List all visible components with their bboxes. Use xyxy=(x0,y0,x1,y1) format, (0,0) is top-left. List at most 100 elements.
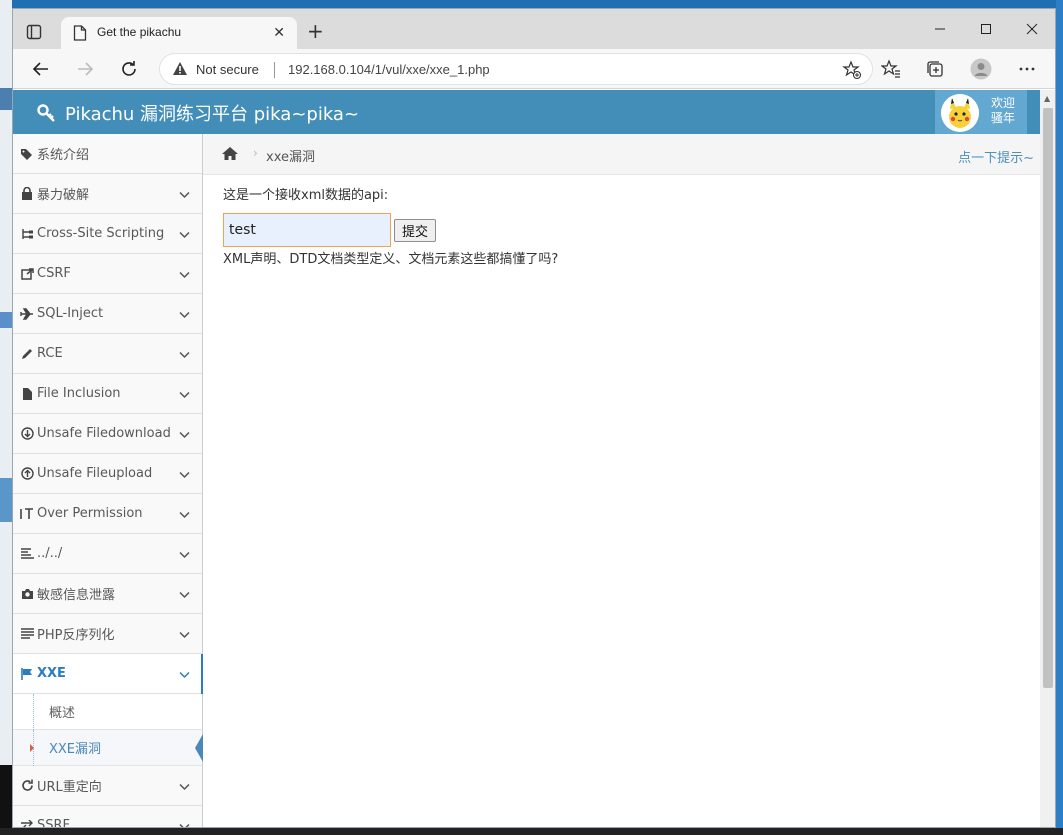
refresh-button[interactable] xyxy=(115,57,143,81)
chevron-down-icon xyxy=(179,468,190,483)
sidebar-item-xss[interactable]: Cross-Site Scripting xyxy=(13,214,202,254)
user-menu[interactable]: 欢迎 骚年 xyxy=(935,90,1027,134)
sidebar-item-ssrf[interactable]: SSRF xyxy=(13,806,202,827)
chevron-down-icon xyxy=(179,780,190,795)
active-marker xyxy=(30,744,34,752)
submenu-item-xxe-overview[interactable]: 概述 xyxy=(13,694,202,730)
scrollbar-thumb[interactable] xyxy=(1043,108,1053,688)
key-icon xyxy=(37,104,55,122)
pencil-icon xyxy=(19,347,35,361)
breadcrumb-separator-icon: › xyxy=(253,146,258,160)
text-height-icon xyxy=(19,507,35,521)
sidebar-item-unsafe-filedownload[interactable]: Unsafe Filedownload xyxy=(13,414,202,454)
active-pointer xyxy=(195,734,203,762)
repeat-icon xyxy=(19,779,35,793)
download-icon xyxy=(19,427,35,441)
xml-note: XML声明、DTD文档类型定义、文档元素这些都搞懂了吗? xyxy=(223,252,559,267)
sitemap-icon xyxy=(19,227,35,241)
sidebar-item-label: RCE xyxy=(37,346,63,361)
breadcrumb: › xxe漏洞 点一下提示~ xyxy=(203,134,1040,175)
chevron-down-icon xyxy=(179,268,190,283)
browser-tab[interactable]: Get the pikachu ✕ xyxy=(61,17,297,49)
sidebar-item-label: URL重定向 xyxy=(37,780,102,795)
browser-window: Get the pikachu ✕ + Not secure 192.168.0… xyxy=(12,8,1056,828)
favorites-icon[interactable] xyxy=(879,57,903,81)
minimize-button[interactable] xyxy=(917,15,963,43)
chevron-down-icon xyxy=(179,188,190,203)
warning-icon[interactable] xyxy=(172,61,188,81)
submenu-item-label: XXE漏洞 xyxy=(49,742,102,757)
align-justify-icon xyxy=(19,627,35,641)
sidebar-item-brute-force[interactable]: 暴力破解 xyxy=(13,174,202,214)
collections-icon[interactable] xyxy=(923,57,947,81)
sidebar-item-file-inclusion[interactable]: File Inclusion xyxy=(13,374,202,414)
sidebar-item-label: 系统介绍 xyxy=(37,148,90,163)
more-menu-icon[interactable] xyxy=(1015,57,1039,81)
tab-close-icon[interactable]: ✕ xyxy=(273,25,285,41)
browser-titlebar: Get the pikachu ✕ + xyxy=(13,9,1055,49)
sidebar-item-over-permission[interactable]: Over Permission xyxy=(13,494,202,534)
xml-input[interactable] xyxy=(223,213,391,247)
address-bar[interactable]: Not secure 192.168.0.104/1/vul/xxe/xxe_1… xyxy=(159,53,873,85)
user-greeting: 欢迎 骚年 xyxy=(991,96,1015,126)
chevron-down-icon xyxy=(179,388,190,403)
sidebar-item-label: 敏感信息泄露 xyxy=(37,588,116,603)
site-logo[interactable]: Pikachu 漏洞练习平台 pika~pika~ xyxy=(37,100,359,126)
sidebar-item-label: PHP反序列化 xyxy=(37,628,115,643)
chevron-down-icon xyxy=(179,508,190,523)
flag-icon xyxy=(19,667,35,681)
lock-icon xyxy=(19,187,35,201)
submenu-item-label: 概述 xyxy=(49,706,76,721)
add-favorite-icon[interactable] xyxy=(842,60,862,84)
sidebar-item-rce[interactable]: RCE xyxy=(13,334,202,374)
plane-icon xyxy=(19,307,35,321)
pikachu-avatar xyxy=(941,94,979,132)
new-tab-button[interactable]: + xyxy=(307,21,324,41)
chevron-down-icon xyxy=(179,628,190,643)
align-left-icon xyxy=(19,547,35,561)
desktop-background-left xyxy=(0,0,12,835)
sidebar-item-unsafe-fileupload[interactable]: Unsafe Fileupload xyxy=(13,454,202,494)
profile-avatar-icon[interactable] xyxy=(969,57,993,81)
sidebar-item-php-unserialize[interactable]: PHP反序列化 xyxy=(13,614,202,654)
desktop-bg-block xyxy=(0,765,12,828)
sidebar-item-xxe[interactable]: XXE xyxy=(13,654,203,694)
close-window-button[interactable] xyxy=(1009,15,1055,43)
sidebar-item-label: XXE xyxy=(37,666,66,681)
sidebar-item-label: CSRF xyxy=(37,266,71,281)
share-icon xyxy=(19,267,35,281)
sidebar-item-info-leak[interactable]: 敏感信息泄露 xyxy=(13,574,202,614)
back-button[interactable] xyxy=(27,57,55,81)
exchange-icon xyxy=(19,819,35,827)
sidebar-item-intro[interactable]: 系统介绍 xyxy=(13,134,202,174)
sidebar-item-dir-traversal[interactable]: ../../ xyxy=(13,534,202,574)
hint-link[interactable]: 点一下提示~ xyxy=(958,147,1034,166)
tab-actions-icon[interactable] xyxy=(25,23,43,41)
sidebar-item-csrf[interactable]: CSRF xyxy=(13,254,202,294)
tree-line xyxy=(33,694,34,730)
welcome-text: 欢迎 xyxy=(991,96,1016,110)
submenu-item-xxe-vuln[interactable]: XXE漏洞 xyxy=(13,730,203,766)
address-separator xyxy=(274,62,275,78)
main-content: 这是一个接收xml数据的api: 提交 XML声明、DTD文档类型定义、文档元素… xyxy=(223,184,558,267)
desktop-background-right xyxy=(1056,0,1063,835)
scroll-up-icon[interactable]: ▲ xyxy=(1044,94,1050,103)
sidebar-item-sql-inject[interactable]: SQL-Inject xyxy=(13,294,202,334)
forward-button[interactable] xyxy=(71,57,99,81)
api-prompt: 这是一个接收xml数据的api: xyxy=(223,188,389,203)
sidebar-item-label: ../../ xyxy=(37,546,63,561)
page-scrollbar[interactable]: ▲ xyxy=(1040,90,1055,827)
sidebar-item-label: File Inclusion xyxy=(37,386,121,401)
breadcrumb-current: xxe漏洞 xyxy=(266,150,315,165)
sidebar-item-label: 暴力破解 xyxy=(37,188,90,203)
url-text[interactable]: 192.168.0.104/1/vul/xxe/xxe_1.php xyxy=(288,62,490,77)
home-icon[interactable] xyxy=(221,146,239,165)
submit-button[interactable]: 提交 xyxy=(394,219,436,242)
site-header: Pikachu 漏洞练习平台 pika~pika~ 欢迎 骚年 xyxy=(13,90,1040,134)
sidebar-item-url-redirect[interactable]: URL重定向 xyxy=(13,766,202,806)
maximize-button[interactable] xyxy=(963,15,1009,43)
security-label[interactable]: Not secure xyxy=(196,62,259,77)
site-title: Pikachu 漏洞练习平台 pika~pika~ xyxy=(65,104,360,125)
page-favicon-icon xyxy=(73,25,87,41)
chevron-down-icon xyxy=(179,820,190,827)
